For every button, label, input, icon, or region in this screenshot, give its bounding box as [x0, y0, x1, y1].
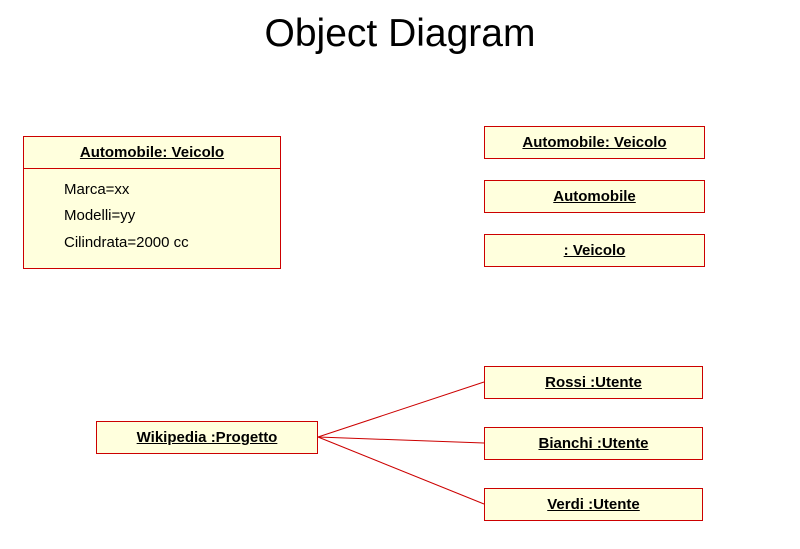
link-progetto-rossi — [318, 382, 484, 437]
object-wikipedia-progetto: Wikipedia :Progetto — [96, 421, 318, 454]
diagram-title: Object Diagram — [0, 12, 800, 56]
object-automobile: Automobile — [484, 180, 705, 213]
link-progetto-verdi — [318, 437, 484, 504]
object-rossi-utente: Rossi :Utente — [484, 366, 703, 399]
attr-marca: Marca=xx — [64, 177, 264, 203]
object-automobile-main-attrs: Marca=xx Modelli=yy Cilindrata=2000 cc — [24, 168, 280, 268]
attr-cilindrata: Cilindrata=2000 cc — [64, 230, 264, 256]
attr-modelli: Modelli=yy — [64, 203, 264, 229]
object-rossi-utente-label: Rossi :Utente — [485, 367, 702, 398]
object-verdi-utente: Verdi :Utente — [484, 488, 703, 521]
link-progetto-bianchi — [318, 437, 484, 443]
association-lines — [0, 0, 800, 549]
object-automobile-label: Automobile — [485, 181, 704, 212]
object-veicolo: : Veicolo — [484, 234, 705, 267]
object-bianchi-utente: Bianchi :Utente — [484, 427, 703, 460]
object-automobile-veicolo-label: Automobile: Veicolo — [485, 127, 704, 158]
object-veicolo-label: : Veicolo — [485, 235, 704, 266]
object-automobile-veicolo: Automobile: Veicolo — [484, 126, 705, 159]
object-wikipedia-progetto-label: Wikipedia :Progetto — [97, 422, 317, 453]
object-automobile-main: Automobile: Veicolo Marca=xx Modelli=yy … — [23, 136, 281, 269]
object-automobile-main-header: Automobile: Veicolo — [24, 137, 280, 168]
object-bianchi-utente-label: Bianchi :Utente — [485, 428, 702, 459]
object-verdi-utente-label: Verdi :Utente — [485, 489, 702, 520]
